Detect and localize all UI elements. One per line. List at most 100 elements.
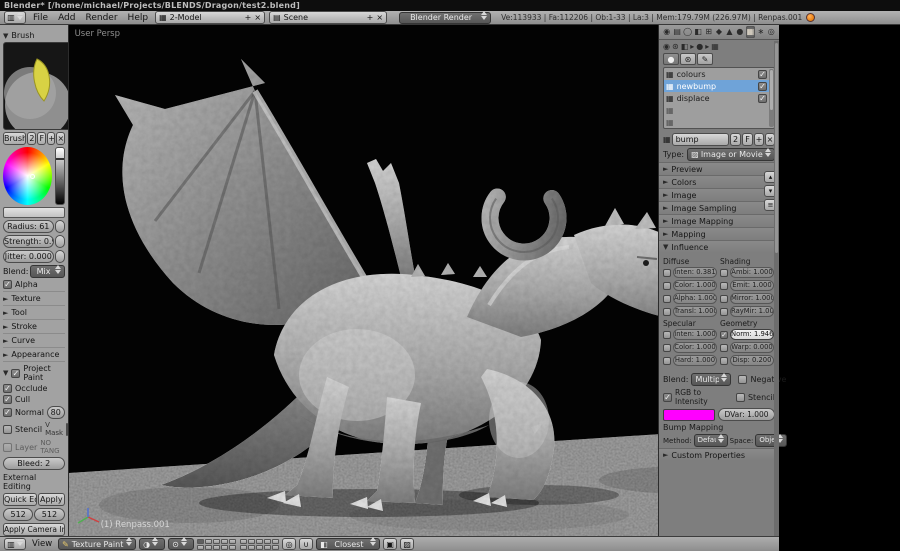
- specular-hardness-slider[interactable]: Hard: 1.000: [673, 355, 717, 366]
- quick-edit-button[interactable]: Quick Edit: [3, 493, 37, 506]
- radius-pressure-toggle[interactable]: [54, 220, 65, 233]
- scene-selector[interactable]: ▤ Scene + ×: [269, 11, 388, 24]
- menu-help[interactable]: Help: [125, 13, 152, 23]
- value-slider-handle[interactable]: [55, 158, 64, 160]
- screen-layout-selector[interactable]: ▦ 2-Model + ×: [155, 11, 266, 24]
- brush-radius-slider[interactable]: Radius: 61: [3, 220, 54, 233]
- image-size-y-field[interactable]: 512: [34, 508, 65, 521]
- context-tab-material-texture[interactable]: ●: [663, 53, 679, 65]
- shading-ambient-checkbox[interactable]: [720, 268, 728, 277]
- pin-icon[interactable]: ◉: [663, 42, 670, 51]
- blend-mode-dropdown[interactable]: Mix: [30, 264, 65, 278]
- panel-header-image[interactable]: ► Image: [659, 188, 779, 201]
- layer-cell[interactable]: [256, 544, 264, 550]
- layer-cell[interactable]: [205, 538, 213, 544]
- texture-type-dropdown[interactable]: ▨ Image or Movie: [687, 147, 775, 161]
- layer-cell[interactable]: [248, 538, 256, 544]
- specular-color-slider[interactable]: Color: 1.000: [673, 342, 717, 353]
- diffuse-translucency-slider[interactable]: Transl: 1.000: [673, 306, 717, 317]
- scene-close-icon[interactable]: ×: [376, 12, 383, 23]
- panel-header-texture[interactable]: ► Texture: [3, 291, 65, 303]
- rgb-to-intensity-checkbox[interactable]: ✓: [663, 392, 672, 402]
- geometry-displace-checkbox[interactable]: [720, 356, 728, 365]
- layer-cell[interactable]: [272, 544, 280, 550]
- strength-pressure-toggle[interactable]: [54, 235, 65, 248]
- shading-raymirror-slider[interactable]: RayMir: 1.000: [730, 306, 774, 317]
- panel-header-image-sampling[interactable]: ► Image Sampling: [659, 201, 779, 214]
- layer-cell[interactable]: [229, 544, 237, 550]
- layer-cell[interactable]: [197, 544, 205, 550]
- cull-checkbox[interactable]: ✓: [3, 395, 12, 404]
- diffuse-color-slider[interactable]: Color: 1.000: [673, 280, 717, 291]
- shading-ambient-slider[interactable]: Ambi: 1.000: [730, 267, 774, 278]
- brush-color-swatch[interactable]: [3, 207, 65, 218]
- diffuse-translucency-checkbox[interactable]: [663, 307, 671, 316]
- panel-header-curve[interactable]: ► Curve: [3, 333, 65, 345]
- shading-emit-checkbox[interactable]: [720, 281, 728, 290]
- layer-cell[interactable]: [272, 538, 280, 544]
- shading-mirror-slider[interactable]: Mirror: 1.000: [730, 293, 774, 304]
- texture-name-field[interactable]: bump: [671, 133, 729, 146]
- geometry-warp-checkbox[interactable]: [720, 343, 728, 352]
- menu-render[interactable]: Render: [83, 13, 121, 23]
- render-opengl-anim-icon[interactable]: ▨: [400, 538, 415, 550]
- texture-slot-row-empty[interactable]: ▦: [664, 116, 774, 128]
- shading-raymirror-checkbox[interactable]: [720, 307, 728, 316]
- negative-checkbox[interactable]: [738, 375, 748, 384]
- tab-world-icon[interactable]: ◯: [683, 26, 692, 38]
- texture-slot-row-empty[interactable]: ▦: [664, 104, 774, 116]
- jitter-pressure-toggle[interactable]: [54, 250, 65, 263]
- tab-constraints-icon[interactable]: ◆: [714, 26, 723, 38]
- layer-cell[interactable]: [213, 538, 221, 544]
- specular-hardness-checkbox[interactable]: [663, 356, 671, 365]
- texture-slot-row[interactable]: ▦ displace ✓: [664, 92, 774, 104]
- diffuse-alpha-checkbox[interactable]: [663, 294, 671, 303]
- texture-slot-row-selected[interactable]: ▦ newbump ✓: [664, 80, 774, 92]
- specular-intensity-slider[interactable]: Inten: 1.000: [673, 329, 717, 340]
- project-paint-checkbox[interactable]: ✓: [11, 368, 21, 378]
- layer-cell[interactable]: [256, 538, 264, 544]
- layer-checkbox[interactable]: [3, 442, 12, 452]
- panel-header-appearance[interactable]: ► Appearance: [3, 347, 65, 359]
- color-value-slider[interactable]: [54, 147, 65, 205]
- tab-physics-icon[interactable]: ◎: [767, 26, 776, 38]
- diffuse-color-checkbox[interactable]: [663, 281, 671, 290]
- shading-emit-slider[interactable]: Emit: 1.000: [730, 280, 774, 291]
- snap-toggle-magnet-icon[interactable]: ∪: [299, 538, 314, 550]
- dvar-slider[interactable]: DVar: 1.000: [718, 408, 775, 421]
- bleed-slider[interactable]: Bleed: 2: [3, 457, 65, 470]
- geometry-normal-slider[interactable]: Norm: 1.946: [730, 329, 774, 340]
- layer-cell[interactable]: [229, 538, 237, 544]
- texture-fake-user-button[interactable]: F: [742, 133, 753, 146]
- panel-header-colors[interactable]: ► Colors: [659, 175, 779, 188]
- texture-color-swatch[interactable]: [663, 408, 715, 421]
- stencil-layer-value[interactable]: V Mask: [45, 421, 63, 437]
- layers-group-1[interactable]: [197, 538, 237, 550]
- normal-angle-slider[interactable]: 80: [46, 406, 65, 419]
- apply-button[interactable]: Apply: [37, 493, 65, 506]
- brush-panel-header[interactable]: ▼ Brush: [3, 29, 65, 40]
- mode-dropdown[interactable]: ✎ Texture Paint: [58, 537, 137, 550]
- panel-header-stroke[interactable]: ► Stroke: [3, 319, 65, 331]
- viewport-3d[interactable]: User Persp (1) Renpass.001: [68, 25, 658, 536]
- viewport-editor-type-button[interactable]: ▥: [4, 538, 26, 550]
- panel-header-custom-properties[interactable]: ► Custom Properties: [659, 448, 779, 461]
- tab-object-icon[interactable]: ◧: [693, 26, 702, 38]
- layers-widget[interactable]: [197, 538, 280, 550]
- layer-cell[interactable]: [221, 538, 229, 544]
- geometry-normal-checkbox[interactable]: ✓: [720, 330, 728, 339]
- brush-users-count[interactable]: 2: [27, 132, 37, 145]
- shading-mirror-checkbox[interactable]: [720, 294, 728, 303]
- scene-add-icon[interactable]: +: [367, 12, 374, 23]
- brush-datablock-name[interactable]: Brush: [3, 132, 27, 145]
- tab-particles-icon[interactable]: ∗: [756, 26, 765, 38]
- layer-cell[interactable]: [213, 544, 221, 550]
- layout-close-icon[interactable]: ×: [254, 12, 261, 23]
- color-wheel[interactable]: [3, 147, 52, 205]
- tab-scene-icon[interactable]: ▤: [672, 26, 681, 38]
- view-menu[interactable]: View: [29, 539, 55, 549]
- brush-jitter-slider[interactable]: Jitter: 0.000: [3, 250, 54, 263]
- apply-camera-image-button[interactable]: Apply Camera Image: [3, 523, 65, 536]
- brush-fake-user-button[interactable]: F: [37, 132, 47, 145]
- viewport-shading-dropdown[interactable]: ◑: [139, 537, 166, 550]
